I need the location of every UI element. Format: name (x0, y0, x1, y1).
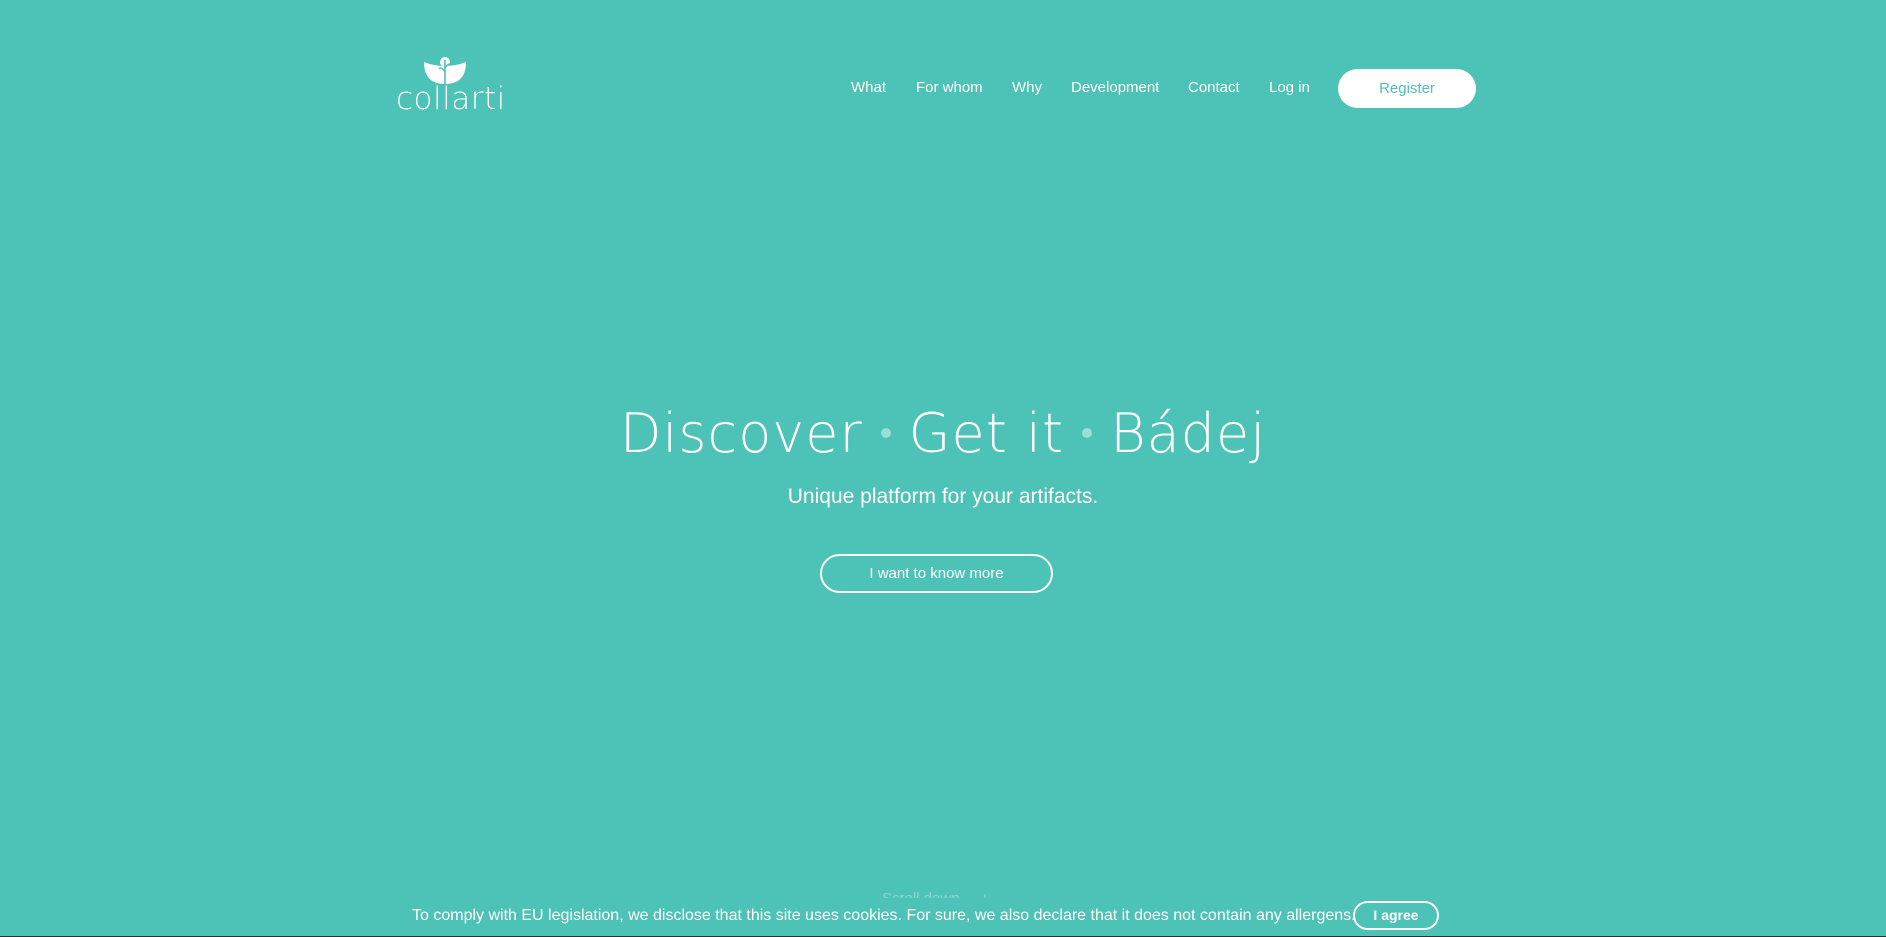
hero-title: Discover Get it Bádej (0, 396, 1886, 472)
nav-item-development[interactable]: Development (1071, 79, 1159, 97)
register-button[interactable]: Register (1338, 69, 1476, 108)
cookie-agree-button[interactable]: I agree (1353, 901, 1439, 930)
separator-dot-icon (880, 428, 891, 439)
main-nav: What For whom Why Development Contact Lo… (0, 69, 1886, 109)
hero-word-get-it: Get it (908, 402, 1065, 465)
hero-word-discover: Discover (619, 402, 863, 465)
nav-item-for-whom[interactable]: For whom (916, 79, 983, 97)
nav-item-log-in[interactable]: Log in (1269, 79, 1310, 97)
page: collarti What For whom Why Development C… (0, 0, 1886, 937)
nav-item-why[interactable]: Why (1012, 79, 1042, 97)
hero-subtitle: Unique platform for your artifacts. (787, 485, 1099, 508)
know-more-button[interactable]: I want to know more (820, 554, 1053, 593)
nav-item-contact[interactable]: Contact (1188, 79, 1240, 97)
separator-dot-icon (1082, 428, 1093, 439)
hero-word-badej: Bádej (1110, 402, 1267, 465)
cookie-notice-text: To comply with EU legislation, we disclo… (412, 907, 1356, 924)
cookie-banner: To comply with EU legislation, we disclo… (0, 898, 1886, 937)
nav-item-what[interactable]: What (851, 79, 886, 97)
